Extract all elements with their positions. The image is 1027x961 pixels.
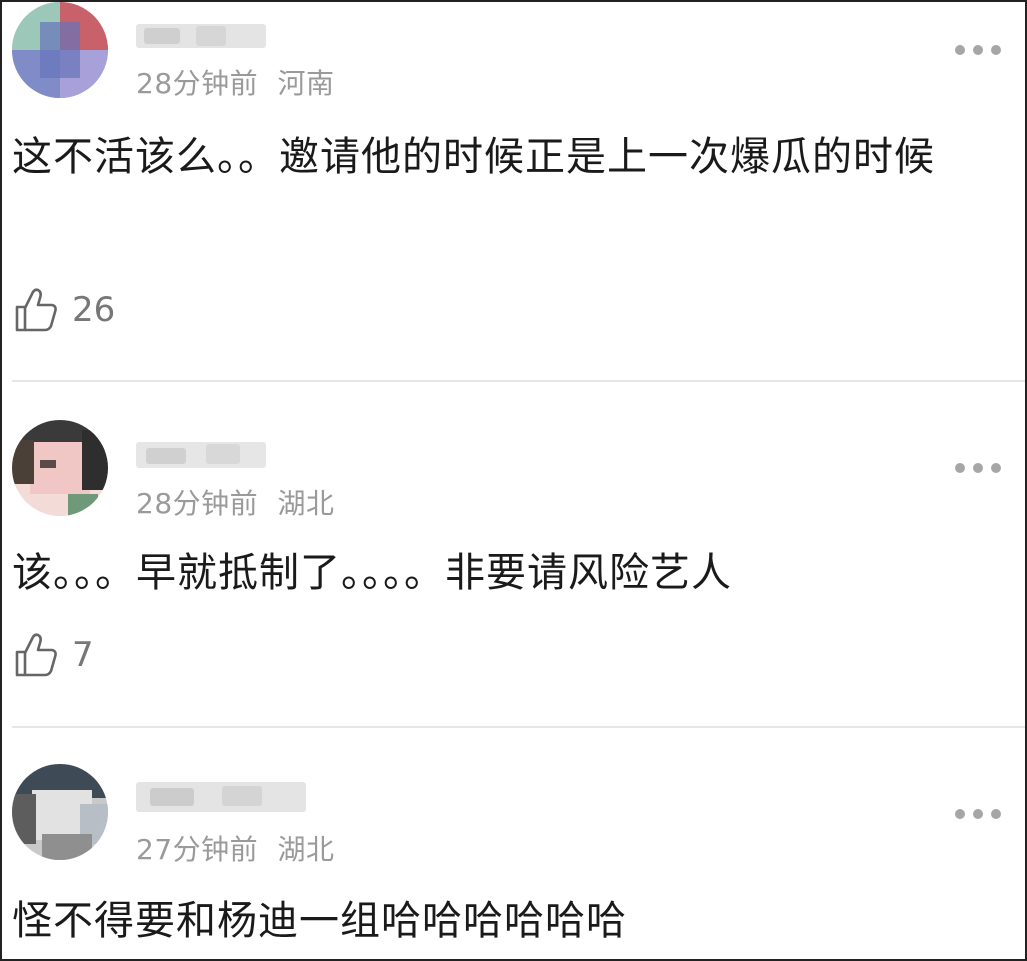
comment-time: 28分钟前 xyxy=(136,487,259,520)
comment-location: 河南 xyxy=(277,67,335,100)
more-options-icon[interactable] xyxy=(955,44,1001,56)
comment-meta: 28分钟前 湖北 xyxy=(136,482,335,522)
comment-meta: 27分钟前 湖北 xyxy=(136,828,335,868)
comment-time: 27分钟前 xyxy=(136,833,259,866)
like-count: 26 xyxy=(72,290,116,330)
comment-item: 27分钟前 湖北 怪不得要和杨迪一组哈哈哈哈哈哈 xyxy=(2,728,1025,959)
avatar[interactable] xyxy=(12,420,108,516)
more-options-icon[interactable] xyxy=(955,462,1001,474)
thumbs-up-icon xyxy=(15,288,57,332)
comment-text: 该。。。早就抵制了。。。。非要请风险艺人 xyxy=(12,550,732,596)
comment-time: 28分钟前 xyxy=(136,67,259,100)
comment-location: 湖北 xyxy=(277,833,335,866)
more-options-icon[interactable] xyxy=(955,808,1001,820)
like-count: 7 xyxy=(72,635,94,675)
comment-item: 28分钟前 湖北 该。。。早就抵制了。。。。非要请风险艺人 7 xyxy=(2,382,1025,728)
username-blurred[interactable] xyxy=(136,20,266,54)
username-blurred[interactable] xyxy=(136,438,266,472)
comment-list: 28分钟前 河南 这不活该么。。邀请他的时候正是上一次爆瓜的时候 26 28分钟… xyxy=(0,0,1027,961)
avatar[interactable] xyxy=(12,764,108,860)
avatar[interactable] xyxy=(12,2,108,98)
comment-text: 怪不得要和杨迪一组哈哈哈哈哈哈 xyxy=(12,898,627,944)
comment-item: 28分钟前 河南 这不活该么。。邀请他的时候正是上一次爆瓜的时候 26 xyxy=(2,2,1025,382)
like-button[interactable]: 26 xyxy=(14,287,115,333)
comment-location: 湖北 xyxy=(277,487,335,520)
like-button[interactable]: 7 xyxy=(14,632,94,678)
comment-text: 这不活该么。。邀请他的时候正是上一次爆瓜的时候 xyxy=(12,134,935,180)
thumbs-up-icon xyxy=(15,633,57,677)
comment-meta: 28分钟前 河南 xyxy=(136,62,335,102)
username-blurred[interactable] xyxy=(136,778,306,812)
